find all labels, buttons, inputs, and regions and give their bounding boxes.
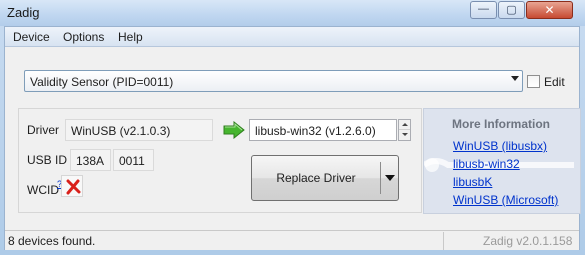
replace-driver-button[interactable]: Replace Driver (251, 155, 399, 201)
target-driver-field[interactable]: libusb-win32 (v1.2.6.0) (249, 119, 397, 141)
more-information-panel: More Information WinUSB (libusbx) libusb… (423, 108, 581, 214)
app-window: Zadig — ▢ ✕ Device Options Help Validity… (0, 0, 585, 255)
edit-checkbox-label[interactable]: Edit (544, 75, 565, 89)
title-bar[interactable]: Zadig — ▢ ✕ (0, 0, 585, 26)
usb-pid-field: 0011 (113, 149, 154, 171)
current-driver-field: WinUSB (v2.1.0.3) (65, 119, 213, 141)
menu-bar: Device Options Help (5, 27, 579, 47)
chevron-down-icon (511, 76, 519, 81)
link-winusb-libusbx[interactable]: WinUSB (libusbx) (453, 139, 547, 153)
arrow-right-icon (223, 120, 245, 142)
status-message: 8 devices found. (8, 234, 96, 248)
maximize-button[interactable]: ▢ (498, 1, 525, 19)
replace-driver-label: Replace Driver (276, 171, 356, 185)
close-button[interactable]: ✕ (526, 1, 573, 19)
dropdown-arrow-icon[interactable] (385, 175, 395, 181)
link-libusbk[interactable]: libusbK (453, 175, 492, 189)
edit-checkbox[interactable] (527, 75, 540, 88)
more-information-title: More Information (452, 117, 550, 131)
menu-options[interactable]: Options (63, 30, 104, 44)
red-x-icon (61, 175, 83, 197)
menu-device[interactable]: Device (13, 30, 50, 44)
driver-label: Driver (27, 123, 59, 137)
minimize-icon: — (478, 3, 489, 15)
target-driver-spinner[interactable] (398, 119, 411, 141)
version-label: Zadig v2.0.1.158 (483, 234, 573, 248)
wcid-label: WCID (27, 183, 59, 197)
spin-up-icon[interactable] (399, 120, 410, 130)
maximize-icon: ▢ (506, 4, 517, 16)
link-libusb-win32[interactable]: libusb-win32 (453, 157, 520, 171)
close-icon: ✕ (544, 3, 555, 17)
usb-id-label: USB ID (27, 153, 68, 167)
status-bar: 8 devices found. Zadig v2.0.1.158 (5, 230, 579, 250)
spin-down-icon[interactable] (399, 130, 410, 140)
status-separator (443, 232, 444, 250)
minimize-button[interactable]: — (470, 1, 497, 19)
menu-help[interactable]: Help (118, 30, 143, 44)
usb-vid-field: 138A (70, 149, 111, 171)
client-area: Device Options Help Validity Sensor (PID… (4, 26, 581, 250)
device-select[interactable]: Validity Sensor (PID=0011) (24, 70, 523, 92)
link-winusb-microsoft[interactable]: WinUSB (Microsoft) (453, 193, 558, 207)
split-divider (380, 162, 381, 194)
device-select-value: Validity Sensor (PID=0011) (30, 75, 174, 89)
window-title: Zadig (7, 5, 40, 20)
